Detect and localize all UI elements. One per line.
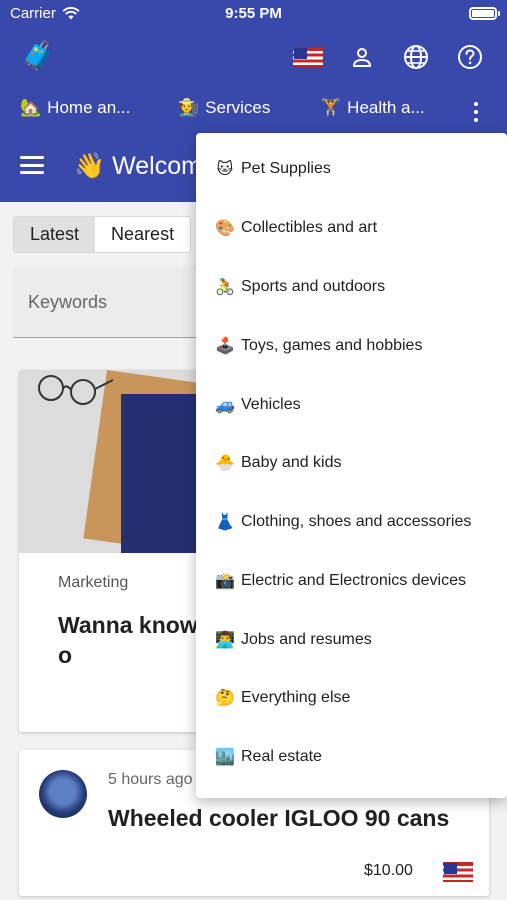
tab-label: Home an... [47, 98, 131, 117]
menu-item-pet-supplies[interactable]: 🐱 Pet Supplies [215, 159, 331, 179]
tab-label: Health a... [347, 98, 425, 117]
account-button[interactable] [346, 41, 378, 73]
joystick-icon: 🕹️ [215, 338, 235, 355]
menu-item-label: Vehicles [241, 396, 301, 413]
menu-item-label: Pet Supplies [241, 160, 331, 177]
us-flag-icon [443, 862, 473, 882]
language-button[interactable] [400, 41, 432, 73]
car-icon: 🚙 [215, 397, 235, 414]
menu-item-clothing[interactable]: 👗 Clothing, shoes and accessories [215, 512, 471, 532]
question-circle-icon [458, 45, 482, 69]
country-flag-button[interactable] [292, 41, 324, 73]
worker-icon: 🧑‍🌾 [178, 98, 200, 117]
status-bar: Carrier 9:55 PM [0, 0, 507, 28]
wave-icon: 👋 [74, 152, 106, 180]
cityscape-icon: 🏙️ [215, 749, 235, 766]
weightlifter-icon: 🏋 [320, 98, 342, 117]
cat-icon: 🐱 [216, 161, 234, 178]
menu-item-label: Toys, games and hobbies [241, 337, 423, 354]
palette-icon: 🎨 [215, 220, 235, 237]
category-tab-bar: 🏡 Home an... 🧑‍🌾 Services 🏋 Health a... [0, 88, 507, 132]
menu-item-label: Everything else [241, 689, 351, 706]
more-vertical-icon[interactable] [466, 100, 486, 124]
menu-item-everything-else[interactable]: 🤔 Everything else [215, 688, 350, 708]
tab-home[interactable]: 🏡 Home an... [20, 98, 130, 118]
menu-item-label: Jobs and resumes [241, 631, 372, 648]
welcome-message: 👋 Welcom [74, 152, 202, 181]
battery-icon [469, 7, 500, 20]
menu-item-label: Baby and kids [241, 454, 342, 471]
tab-latest[interactable]: Latest [14, 217, 96, 252]
technologist-icon: 👨‍💻 [215, 632, 235, 649]
menu-item-sports[interactable]: 🚴 Sports and outdoors [215, 277, 385, 297]
menu-item-baby-kids[interactable]: 🐣 Baby and kids [215, 453, 342, 473]
menu-item-label: Real estate [241, 748, 322, 765]
hatching-chick-icon: 🐣 [215, 455, 235, 472]
welcome-label: Welcom [112, 152, 202, 180]
post-title: Wheeled cooler IGLOO 90 cans [108, 805, 450, 831]
search-placeholder: Keywords [28, 292, 108, 312]
app-logo-icon[interactable]: 🧳 [20, 38, 56, 74]
menu-item-electronics[interactable]: 📸 Electric and Electronics devices [215, 571, 466, 591]
clock: 9:55 PM [225, 5, 282, 22]
menu-item-collectibles[interactable]: 🎨 Collectibles and art [215, 218, 377, 238]
menu-item-jobs[interactable]: 👨‍💻 Jobs and resumes [215, 630, 372, 650]
sort-segmented-control: Latest Nearest [13, 216, 192, 253]
menu-item-toys[interactable]: 🕹️ Toys, games and hobbies [215, 336, 422, 356]
menu-item-label: Electric and Electronics devices [241, 572, 466, 589]
tab-health[interactable]: 🏋 Health a... [320, 98, 425, 118]
house-icon: 🏡 [20, 98, 42, 117]
menu-item-label: Clothing, shoes and accessories [241, 513, 472, 530]
menu-item-vehicles[interactable]: 🚙 Vehicles [215, 395, 301, 415]
menu-item-label: Collectibles and art [241, 219, 378, 236]
tab-nearest[interactable]: Nearest [95, 217, 190, 252]
thinking-face-icon: 🤔 [215, 690, 235, 707]
tab-label: Services [205, 98, 271, 117]
camera-icon: 📸 [215, 573, 235, 590]
globe-icon [404, 45, 428, 69]
dress-icon: 👗 [215, 514, 235, 531]
avatar [39, 770, 87, 818]
user-icon [352, 48, 372, 67]
menu-item-real-estate[interactable]: 🏙️ Real estate [215, 747, 322, 767]
category-dropdown-menu: 🐱 Pet Supplies 🎨 Collectibles and art 🚴 … [196, 133, 507, 798]
app-header: 🧳 [0, 28, 507, 88]
us-flag-icon [293, 47, 323, 67]
post-category: Marketing [58, 574, 129, 591]
cyclist-icon: 🚴 [215, 279, 235, 296]
help-button[interactable] [454, 41, 486, 73]
post-price: $10.00 [364, 862, 413, 879]
tab-services[interactable]: 🧑‍🌾 Services [178, 98, 270, 118]
menu-item-label: Sports and outdoors [241, 278, 386, 295]
menu-icon[interactable] [20, 156, 44, 174]
post-timestamp: 5 hours ago [108, 771, 193, 788]
